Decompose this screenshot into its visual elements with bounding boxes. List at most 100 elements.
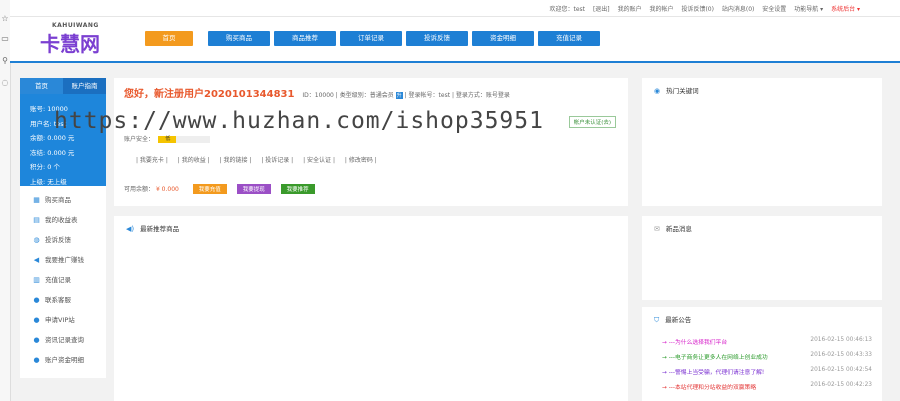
nav-buy[interactable]: 购买商品	[208, 31, 270, 46]
tab-account-guide[interactable]: 账户指南	[63, 78, 106, 94]
account-points: 积分: 0 个	[30, 163, 60, 171]
notice-item-title[interactable]: → ---电子商务让更多人在网络上创业成功	[662, 352, 768, 361]
news-panel: ✉ 新品消息	[642, 216, 882, 300]
sidebar-tabs: 首页 账户指南	[20, 78, 106, 94]
building-icon: ▥	[33, 276, 40, 284]
sidebar-item-label: 联系客服	[45, 296, 71, 304]
account-frozen: 冻结: 0.000 元	[30, 148, 75, 157]
hot-title: ◉ 热门关键词	[654, 85, 699, 95]
notice-panel: ⛉ 最新公告 → ---为什么选择我们平台 2016-02-15 00:46:13 …	[642, 307, 882, 401]
nav-funds[interactable]: 资金明细	[472, 31, 534, 46]
sidebar-menu: ▦ 购买商品 ▤ 我的收益表 ◍ 投诉反馈 ◀ 我要推广赚钱 ▥ 充值记录 ● 联系客服 ●…	[20, 186, 106, 370]
notice-item-title[interactable]: → ---为什么选择我们平台	[662, 337, 727, 346]
sidebar-item-earnings[interactable]: ▤ 我的收益表	[20, 210, 106, 230]
doc-icon: ▤	[33, 216, 40, 224]
sidebar-item-label: 投诉反馈	[45, 236, 71, 244]
logo-text: 卡慧网	[40, 32, 100, 56]
nav-complaints[interactable]: 投诉反馈	[406, 31, 468, 46]
notice-title: ⛉ 最新公告	[654, 314, 691, 325]
tab-home[interactable]: 首页	[20, 78, 63, 94]
notice-item-date: 2016-02-15 00:42:23	[810, 382, 872, 388]
balance-label: 可用余额：	[124, 186, 155, 193]
sidebar-item-recharge[interactable]: ▥ 充值记录	[20, 270, 106, 290]
security-bar: 低	[157, 136, 210, 143]
complaint-link[interactable]: 投诉反馈(0)	[681, 6, 714, 13]
balance-row: 可用余额： ¥ 0.000 我要充值 我要提现 我要推荐	[124, 184, 315, 194]
sidebar-item-label: 申请VIP站	[45, 316, 75, 324]
notice-item-title[interactable]: → ---本站代理和分站收益的双赢策略	[662, 382, 756, 391]
sidebar-item-query[interactable]: ● 资讯记录查询	[20, 330, 106, 350]
logout-link[interactable]: [退出]	[593, 6, 610, 13]
sidebar-item-vip[interactable]: ● 申请VIP站	[20, 310, 106, 330]
user-icon: ●	[33, 316, 40, 324]
sidebar-item-complaints[interactable]: ◍ 投诉反馈	[20, 230, 106, 250]
security-level: 账户安全： 低	[124, 134, 210, 143]
top-bar: 欢迎您：test [退出] 我的账户 我的帐户 投诉反馈(0) 站内消息(0) …	[10, 0, 900, 17]
site-logo[interactable]: KAHUIWANG 卡慧网	[40, 22, 110, 56]
login-info: | 登录帐号：test | 登录方式：账号登录	[404, 92, 510, 99]
security-settings-link[interactable]: 安全设置	[762, 6, 786, 13]
nav-recommend[interactable]: 商品推荐	[274, 31, 336, 46]
link-security-auth[interactable]: | 安全认证 |	[303, 157, 335, 164]
magnifier-icon[interactable]: ⚲	[1, 56, 9, 65]
account-link[interactable]: 我的帐户	[650, 6, 674, 13]
messages-link[interactable]: 站内消息(0)	[722, 6, 755, 13]
link-my-earnings[interactable]: | 我的收益 |	[178, 157, 210, 164]
withdraw-button[interactable]: 我要提现	[236, 184, 271, 194]
notice-title-text: 最新公告	[665, 316, 692, 324]
sidebar-item-label: 我要推广赚钱	[45, 256, 84, 264]
quick-links: | 我要充卡 | | 我的收益 | | 我的链接 | | 投诉记录 | | 安全…	[136, 155, 385, 164]
user-icon: ●	[33, 336, 40, 344]
account-panel: 您好，新注册用户2020101344831 ID：10000 | 类型级别：普通…	[114, 78, 628, 206]
sidebar-item-funds[interactable]: ● 账户资金明细	[20, 350, 106, 370]
book-icon[interactable]: ▭	[1, 34, 9, 43]
nav-recharge[interactable]: 充值记录	[538, 31, 600, 46]
star-icon[interactable]: ☆	[1, 14, 9, 23]
refer-button[interactable]: 我要推荐	[280, 184, 315, 194]
hot-title-text: 热门关键词	[666, 87, 699, 95]
link-my-links[interactable]: | 我的链接 |	[220, 157, 252, 164]
recharge-button[interactable]: 我要充值	[192, 184, 227, 194]
notice-item-date: 2016-02-15 00:46:13	[810, 337, 872, 343]
grid-icon: ▦	[33, 196, 40, 204]
security-label: 账户安全：	[124, 136, 155, 143]
sidebar-item-buy[interactable]: ▦ 购买商品	[20, 190, 106, 210]
function-nav-link[interactable]: 功能导航 ▾	[794, 6, 823, 13]
envelope-icon: ✉	[654, 225, 660, 233]
greeting-line: 您好，新注册用户2020101344831 ID：10000 | 类型级别：普通…	[124, 85, 510, 100]
news-title: ✉ 新品消息	[654, 223, 692, 233]
notice-item-title[interactable]: → ---警惕上当受骗，代理们请注意了解!	[662, 367, 764, 376]
security-level-text: 低	[165, 136, 171, 142]
user-icon: ●	[33, 296, 40, 304]
sidebar-item-support[interactable]: ● 联系客服	[20, 290, 106, 310]
welcome-text: 欢迎您：test	[549, 6, 586, 13]
user-icon: ●	[33, 356, 40, 364]
balance-value: ¥ 0.000	[155, 186, 179, 193]
my-account-link[interactable]: 我的账户	[618, 6, 642, 13]
products-panel: ◀) 最新推荐商品	[114, 216, 628, 401]
news-title-text: 新品消息	[665, 225, 692, 233]
chat-icon[interactable]: ◌	[1, 78, 9, 87]
watermark-text: https://www.huzhan.com/ishop35951	[54, 108, 544, 134]
sidebar-item-label: 资讯记录查询	[45, 336, 84, 344]
speaker-icon: ◀)	[126, 225, 135, 233]
megaphone-icon: ◀	[33, 256, 40, 264]
sidebar-item-label: 账户资金明细	[45, 356, 84, 364]
greeting-text: 您好，新注册用户2020101344831	[124, 89, 295, 100]
nav-home[interactable]: 首页	[145, 31, 193, 46]
sidebar-item-label: 我的收益表	[45, 216, 78, 224]
member-type: | 类型级别：普通会员	[335, 92, 394, 99]
shield-icon: ⛉	[654, 316, 660, 324]
upgrade-badge[interactable]: 升	[395, 92, 403, 99]
link-complaint-records[interactable]: | 投诉记录 |	[261, 157, 293, 164]
notice-item-date: 2016-02-15 00:43:33	[810, 352, 872, 358]
link-recharge-card[interactable]: | 我要充卡 |	[136, 157, 168, 164]
nav-orders[interactable]: 订单记录	[340, 31, 402, 46]
verify-status[interactable]: 帐户未认证(去)	[568, 116, 616, 128]
products-title: ◀) 最新推荐商品	[126, 223, 179, 233]
link-change-password[interactable]: | 修改密码 |	[345, 157, 377, 164]
notice-item-date: 2016-02-15 00:42:54	[810, 367, 872, 373]
user-id: ID：10000	[302, 92, 334, 99]
admin-link[interactable]: 系统后台 ▾	[831, 6, 860, 13]
sidebar-item-promote[interactable]: ◀ 我要推广赚钱	[20, 250, 106, 270]
